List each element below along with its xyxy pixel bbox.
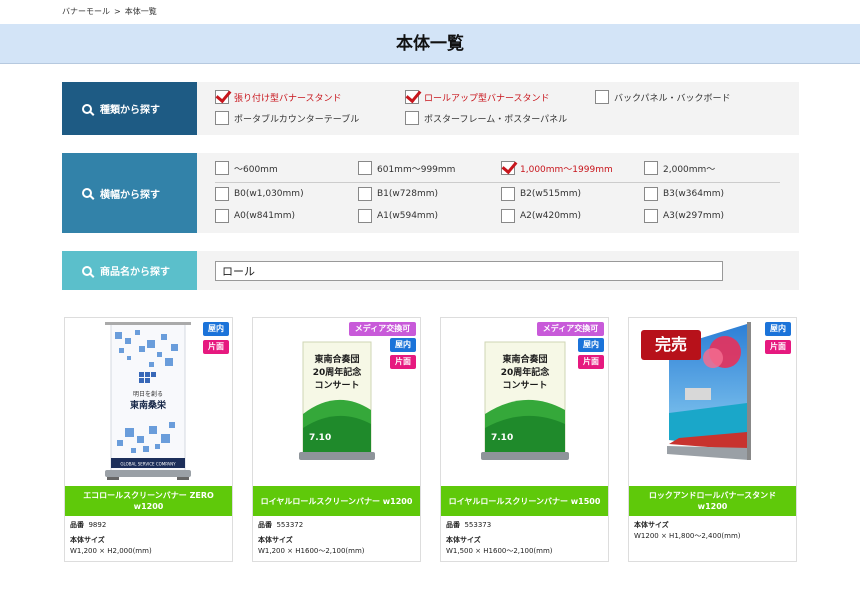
product-info: 品番 9892 本体サイズ W1,200 × H2,000(mm) — [70, 521, 152, 555]
product-card-3[interactable]: 東南合奏団 20周年記念 コンサート 7.10 メディア交換可 屋内 片面 ロイ… — [440, 317, 609, 562]
poster-brand-small: 明日を創る — [133, 390, 163, 398]
poster-concert-line3: コンサート — [502, 380, 547, 391]
breadcrumb-current: 本体一覧 — [124, 7, 157, 16]
checkbox-width-601-999[interactable]: 601mm～999mm — [358, 161, 455, 175]
checkbox-width-a1[interactable]: A1(w594mm) — [358, 209, 438, 223]
poster-concert-line2: 20周年記念 — [313, 366, 362, 378]
poster-concert-line2: 20周年記念 — [501, 366, 550, 378]
product-size: W1,500 × H1600～2,100(mm) — [446, 547, 553, 555]
breadcrumb: バナーモール > 本体一覧 — [62, 6, 157, 17]
checkbox-width-b1[interactable]: B1(w728mm) — [358, 187, 438, 201]
product-card-1[interactable]: 明日を創る 東南桑栄 GLOBAL SERVICE COMPANY 屋内 片面 … — [64, 317, 233, 562]
product-card-2[interactable]: 東南合奏団 20周年記念 コンサート 7.10 メディア交換可 屋内 片面 ロイ… — [252, 317, 421, 562]
breadcrumb-home-link[interactable]: バナーモール — [62, 7, 110, 16]
checkbox-box[interactable] — [215, 90, 229, 104]
poster-concert-line1: 東南合奏団 — [314, 353, 359, 365]
checkbox-width-b2[interactable]: B2(w515mm) — [501, 187, 581, 201]
poster-brand-footer: GLOBAL SERVICE COMPANY — [120, 462, 176, 467]
product-name[interactable]: ロックアンドロールバナースタンド w1200 — [629, 486, 796, 516]
badge-single-sided: 片面 — [390, 355, 416, 369]
checkbox-box[interactable] — [215, 209, 229, 223]
product-code: 553373 — [464, 521, 492, 529]
search-icon — [82, 265, 92, 276]
product-size: W1200 × H1,800～2,400(mm) — [634, 532, 741, 540]
poster-concert-line3: コンサート — [314, 380, 359, 391]
checkbox-width-1000-1999[interactable]: 1,000mm～1999mm — [501, 161, 613, 175]
checkbox-box[interactable] — [501, 161, 515, 175]
breadcrumb-separator: > — [114, 7, 121, 16]
page-title: 本体一覧 — [396, 34, 464, 54]
badge-indoor: 屋内 — [203, 322, 229, 336]
checkbox-box[interactable] — [358, 209, 372, 223]
checkbox-width-over-2000[interactable]: 2,000mm～ — [644, 161, 715, 175]
badge-indoor: 屋内 — [390, 338, 416, 352]
product-name[interactable]: ロイヤルロールスクリーンバナー w1500 — [441, 486, 608, 516]
checkbox-width-b3[interactable]: B3(w364mm) — [644, 187, 724, 201]
product-name[interactable]: ロイヤルロールスクリーンバナー w1200 — [253, 486, 420, 516]
search-icon — [82, 188, 92, 198]
badge-indoor: 屋内 — [578, 338, 604, 352]
checkbox-box[interactable] — [595, 90, 609, 104]
checkbox-width-a0[interactable]: A0(w841mm) — [215, 209, 295, 223]
filter-width-divider — [215, 182, 780, 183]
poster-concert-date: 7.10 — [491, 433, 513, 443]
checkbox-type-rollup-banner[interactable]: ロールアップ型バナースタンド — [405, 90, 550, 104]
badge-media-replaceable: メディア交換可 — [537, 322, 604, 336]
checkbox-type-poster-frame[interactable]: ポスターフレーム・ポスターパネル — [405, 111, 567, 125]
checkbox-box[interactable] — [644, 187, 658, 201]
checkbox-box[interactable] — [644, 161, 658, 175]
poster-concert-date: 7.10 — [309, 433, 331, 443]
product-info: 本体サイズ W1200 × H1,800～2,400(mm) — [634, 521, 741, 540]
page-title-band: 本体一覧 — [0, 24, 860, 64]
product-name[interactable]: エコロールスクリーンバナー ZERO w1200 — [65, 486, 232, 516]
product-size: W1,200 × H2,000(mm) — [70, 547, 152, 555]
checkbox-box[interactable] — [501, 209, 515, 223]
search-icon — [82, 103, 92, 114]
badge-single-sided: 片面 — [578, 355, 604, 369]
product-info: 品番 553372 本体サイズ W1,200 × H1600～2,100(mm) — [258, 521, 365, 555]
checkbox-box[interactable] — [405, 90, 419, 104]
checkbox-box[interactable] — [405, 111, 419, 125]
checkbox-box[interactable] — [644, 209, 658, 223]
checkbox-box[interactable] — [358, 187, 372, 201]
checkbox-type-back-panel[interactable]: バックパネル・バックボード — [595, 90, 731, 104]
badge-sold-out: 完売 — [641, 330, 701, 360]
poster-concert-line1: 東南合奏団 — [502, 353, 547, 365]
checkbox-width-a3[interactable]: A3(w297mm) — [644, 209, 724, 223]
product-code: 9892 — [88, 521, 107, 529]
checkbox-width-b0[interactable]: B0(w1,030mm) — [215, 187, 304, 201]
checkbox-type-portable-counter[interactable]: ポータブルカウンターテーブル — [215, 111, 359, 125]
product-info: 品番 553373 本体サイズ W1,500 × H1600～2,100(mm) — [446, 521, 553, 555]
product-card-4[interactable]: 完売 屋内 片面 ロックアンドロールバナースタンド w1200 本体サイズ W1… — [628, 317, 797, 562]
checkbox-box[interactable] — [215, 161, 229, 175]
product-code: 553372 — [276, 521, 304, 529]
badge-single-sided: 片面 — [765, 340, 791, 354]
checkbox-box[interactable] — [215, 187, 229, 201]
product-name-search-input[interactable] — [215, 261, 723, 281]
filter-type-label: 種類から探す — [62, 82, 197, 135]
badge-indoor: 屋内 — [765, 322, 791, 336]
checkbox-box[interactable] — [358, 161, 372, 175]
badge-media-replaceable: メディア交換可 — [349, 322, 416, 336]
poster-brand-name: 東南桑栄 — [130, 399, 167, 411]
filter-name-label: 商品名から探す — [62, 251, 197, 290]
checkbox-width-under-600[interactable]: ～600mm — [215, 161, 278, 175]
badge-single-sided: 片面 — [203, 340, 229, 354]
checkbox-box[interactable] — [215, 111, 229, 125]
checkbox-type-paste-banner[interactable]: 張り付け型バナースタンド — [215, 90, 342, 104]
checkbox-width-a2[interactable]: A2(w420mm) — [501, 209, 581, 223]
filter-width-label: 横幅から探す — [62, 153, 197, 233]
checkbox-box[interactable] — [501, 187, 515, 201]
product-size: W1,200 × H1600～2,100(mm) — [258, 547, 365, 555]
